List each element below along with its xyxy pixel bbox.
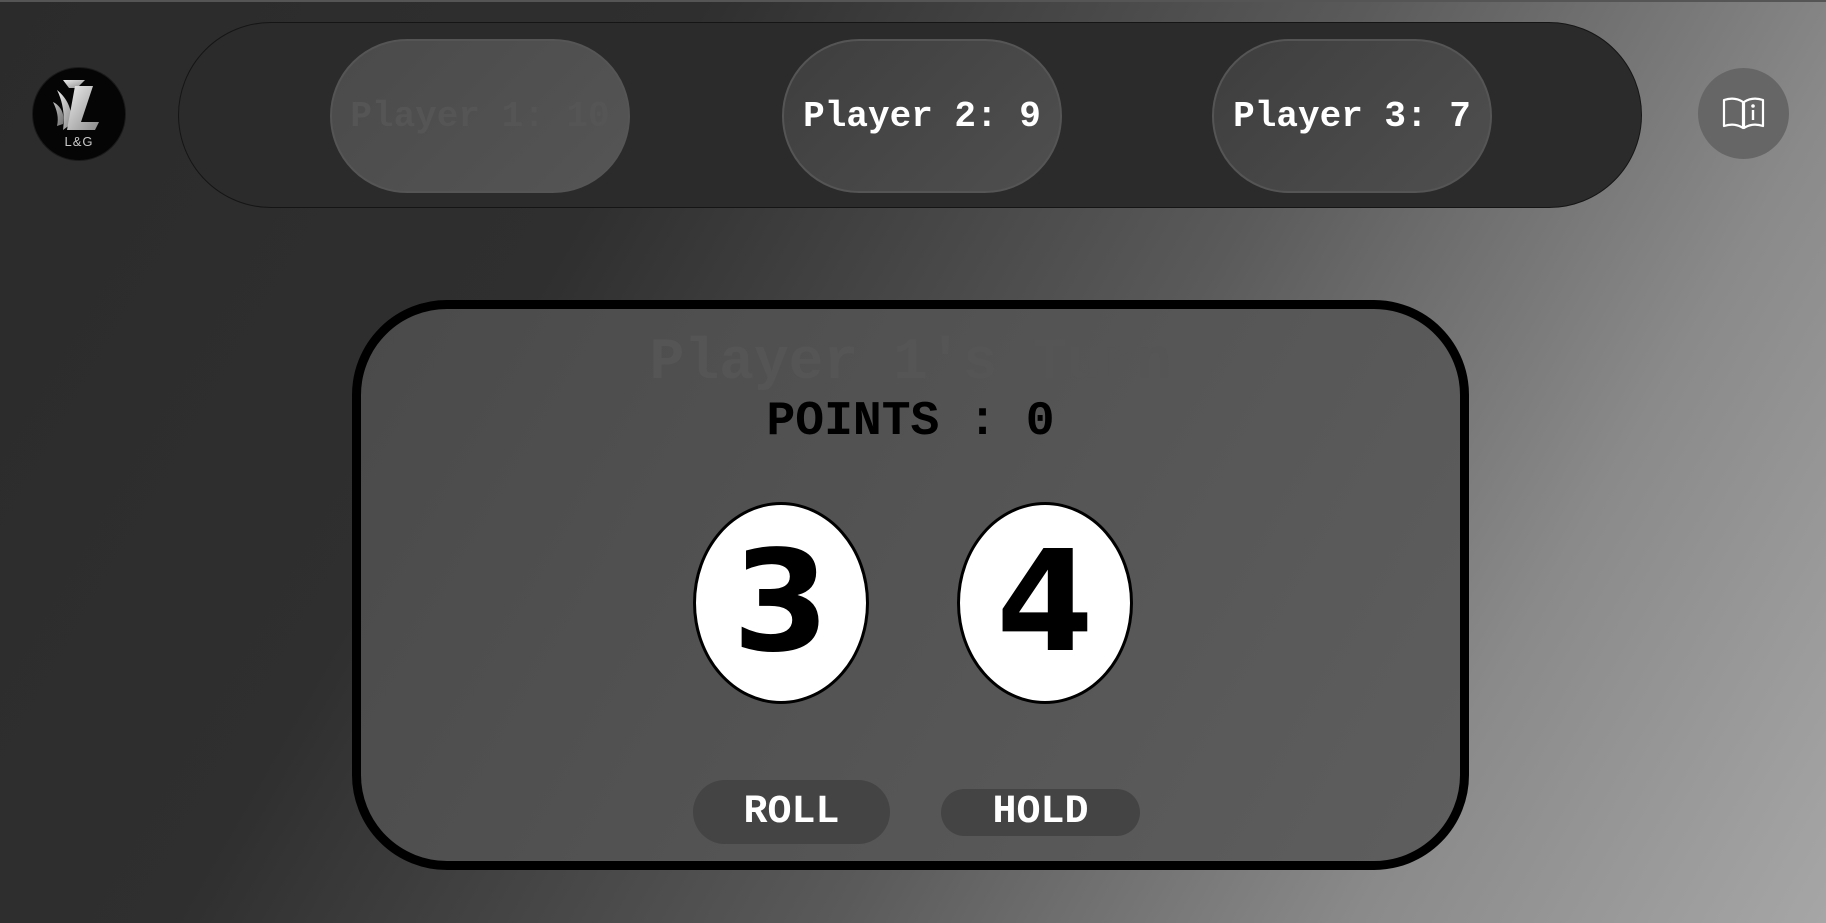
current-points: POINTS : 0 <box>766 395 1055 449</box>
scoreboard: Player 1: 10 Player 2: 9 Player 3: 7 <box>178 22 1642 208</box>
player-3-score: Player 3: 7 <box>1212 39 1492 193</box>
roll-button[interactable]: ROLL <box>693 780 890 844</box>
logo-text: L&G <box>64 134 94 149</box>
die-2: 4 <box>957 502 1133 704</box>
book-info-icon <box>1722 97 1765 130</box>
player-1-score: Player 1: 10 <box>330 39 630 193</box>
app-logo: L&G <box>33 68 125 160</box>
die-1: 3 <box>693 502 869 704</box>
game-panel: Player 1's Turn POINTS : 0 3 4 ROLL HOLD <box>352 300 1469 870</box>
hold-button[interactable]: HOLD <box>941 789 1140 836</box>
player-2-score: Player 2: 9 <box>782 39 1062 193</box>
rules-button[interactable] <box>1698 68 1789 159</box>
turn-title: Player 1's Turn <box>649 331 1172 396</box>
